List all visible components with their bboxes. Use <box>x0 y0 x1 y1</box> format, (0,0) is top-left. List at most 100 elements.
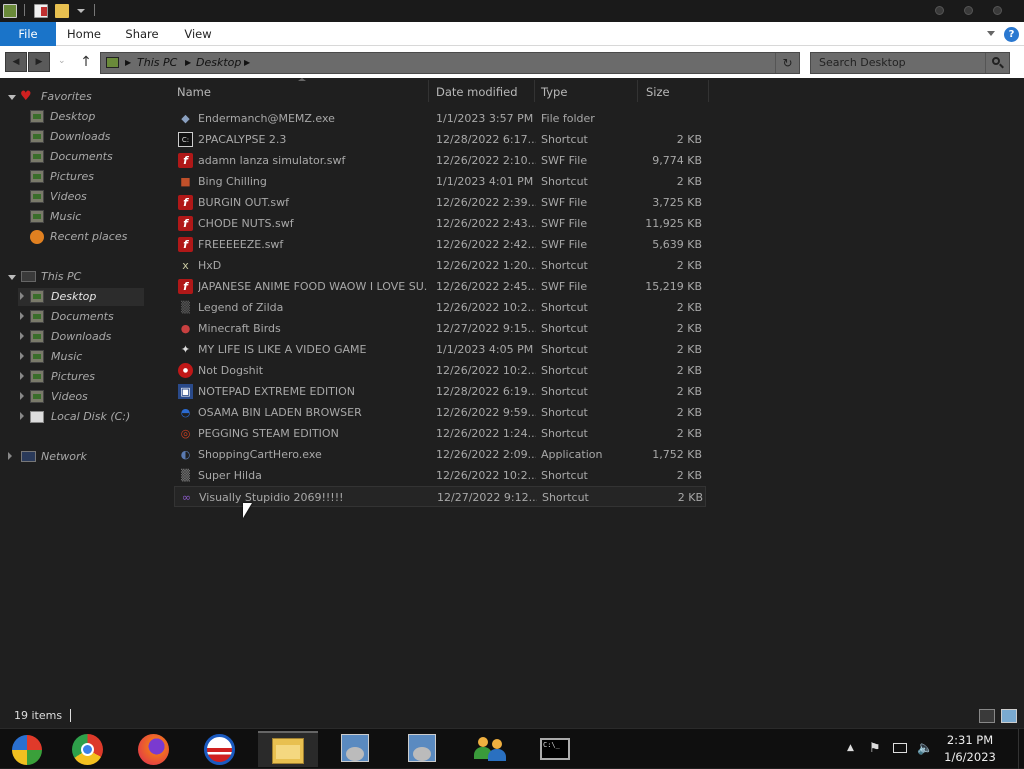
nav-fav-recent[interactable]: Recent places <box>30 228 160 246</box>
details-view-icon[interactable] <box>979 709 995 723</box>
help-button[interactable]: ? <box>1004 27 1019 42</box>
column-divider[interactable] <box>708 80 709 102</box>
table-row[interactable]: ◐ ShoppingCartHero.exe 12/26/2022 2:09... A… <box>174 444 706 465</box>
large-icons-view-icon[interactable] <box>1001 709 1017 723</box>
show-desktop-button[interactable] <box>1018 729 1024 769</box>
desktop-folder-icon <box>30 110 44 123</box>
item-count: 19 items <box>14 709 63 722</box>
table-row[interactable]: f JAPANESE ANIME FOOD WAOW I LOVE SU... 12… <box>174 276 706 297</box>
address-bar[interactable]: ▶ This PC ▶ Desktop ▶ ↻ <box>100 52 800 74</box>
back-button[interactable]: ◀ <box>5 52 27 72</box>
nav-fav-desktop[interactable]: Desktop <box>30 108 160 126</box>
breadcrumb-desktop[interactable]: Desktop <box>196 53 241 73</box>
refresh-button[interactable]: ↻ <box>775 53 799 73</box>
column-divider[interactable] <box>637 80 638 102</box>
table-row[interactable]: ▒ Legend of Zilda 12/26/2022 10:2... Shortc… <box>174 297 706 318</box>
taskbar-installer[interactable] <box>392 731 452 767</box>
taskbar-installer[interactable] <box>325 731 385 767</box>
taskbar-obama-browser[interactable] <box>190 731 250 767</box>
table-row[interactable]: ● Minecraft Birds 12/27/2022 9:15... Shortc… <box>174 318 706 339</box>
table-row[interactable]: f adamn lanza simulator.swf 12/26/2022 2:1… <box>174 150 706 171</box>
column-header-size[interactable]: Size <box>646 82 706 102</box>
volume-icon[interactable]: 🔈 <box>917 741 933 756</box>
search-input[interactable]: Search Desktop <box>810 52 1010 74</box>
column-header-type[interactable]: Type <box>541 82 631 102</box>
minimize-button[interactable] <box>935 6 944 15</box>
column-header-date[interactable]: Date modified <box>436 82 536 102</box>
table-row[interactable]: ◎ PEGGING STEAM EDITION 12/26/2022 1:24...… <box>174 423 706 444</box>
nav-network[interactable]: Network <box>8 448 158 466</box>
table-row[interactable]: ● Not Dogshit 12/26/2022 10:2... Shortcut 2 … <box>174 360 706 381</box>
nav-this-pc[interactable]: This PC <box>8 268 158 286</box>
expander-icon[interactable] <box>8 95 16 100</box>
nav-fav-videos[interactable]: Videos <box>30 188 160 206</box>
expander-icon[interactable] <box>20 312 24 320</box>
table-row[interactable]: f FREEEEEZE.swf 12/26/2022 2:42... SWF File… <box>174 234 706 255</box>
new-folder-icon[interactable] <box>55 4 69 18</box>
explorer-app-icon[interactable] <box>3 4 17 18</box>
nav-pc-pictures[interactable]: Pictures <box>18 368 158 386</box>
up-button[interactable]: ↑ <box>78 53 94 71</box>
start-button[interactable] <box>0 731 60 767</box>
nav-fav-downloads[interactable]: Downloads <box>30 128 160 146</box>
nav-pc-downloads[interactable]: Downloads <box>18 328 158 346</box>
recent-locations-icon[interactable]: ⌄ <box>58 56 66 66</box>
tab-view[interactable]: View <box>176 22 220 46</box>
column-divider[interactable] <box>428 80 429 102</box>
breadcrumb-this-pc[interactable]: This PC <box>137 53 177 73</box>
nav-pc-documents[interactable]: Documents <box>18 308 158 326</box>
table-row[interactable]: ◓ OSAMA BIN LADEN BROWSER 12/26/2022 9:59.… <box>174 402 706 423</box>
tab-share[interactable]: Share <box>118 22 166 46</box>
taskbar-command-prompt[interactable]: C:\_ <box>526 731 586 767</box>
tab-file[interactable]: File <box>0 22 56 46</box>
expander-icon[interactable] <box>20 352 24 360</box>
table-row[interactable]: ✦ MY LIFE IS LIKE A VIDEO GAME 1/1/2023 4:… <box>174 339 706 360</box>
table-row[interactable]: f BURGIN OUT.swf 12/26/2022 2:39... SWF Fil… <box>174 192 706 213</box>
nav-fav-music[interactable]: Music <box>30 208 160 226</box>
nav-pc-local-disk[interactable]: Local Disk (C:) <box>18 408 158 426</box>
nav-fav-pictures[interactable]: Pictures <box>30 168 160 186</box>
nav-pc-desktop[interactable]: Desktop <box>18 288 144 306</box>
expander-icon[interactable] <box>20 332 24 340</box>
maximize-button[interactable] <box>964 6 973 15</box>
expander-icon[interactable] <box>20 292 24 300</box>
forward-button[interactable]: ▶ <box>28 52 50 72</box>
file-name: Bing Chilling <box>198 175 267 188</box>
qat-dropdown-icon[interactable] <box>77 9 85 13</box>
expander-icon[interactable] <box>20 412 24 420</box>
expander-icon[interactable] <box>20 392 24 400</box>
this-pc-icon <box>106 57 119 68</box>
tab-home[interactable]: Home <box>60 22 108 46</box>
table-row[interactable]: ▒ Super Hilda 12/26/2022 10:2... Shortcut 2 … <box>174 465 706 486</box>
taskbar-firefox[interactable] <box>124 731 184 767</box>
nav-label: Music <box>50 210 82 223</box>
nav-favorites[interactable]: ♥ Favorites <box>8 88 158 106</box>
nav-pc-videos[interactable]: Videos <box>18 388 158 406</box>
nav-pc-music[interactable]: Music <box>18 348 158 366</box>
file-size: 2 KB <box>676 364 702 377</box>
ribbon-expand-icon[interactable] <box>987 31 995 36</box>
table-row[interactable]: ■ Bing Chilling 1/1/2023 4:01 PM Shortcut 2 … <box>174 171 706 192</box>
taskbar-chrome[interactable] <box>58 731 118 767</box>
taskbar-file-explorer[interactable] <box>258 731 318 767</box>
show-hidden-icons[interactable]: ▲ <box>847 743 854 753</box>
column-divider[interactable] <box>534 80 535 102</box>
properties-icon[interactable] <box>34 4 48 18</box>
expander-icon[interactable] <box>8 452 12 460</box>
search-icon[interactable] <box>985 53 1009 73</box>
table-row[interactable]: f CHODE NUTS.swf 12/26/2022 2:43... SWF Fil… <box>174 213 706 234</box>
expander-icon[interactable] <box>8 275 16 280</box>
clock[interactable]: 2:31 PM 1/6/2023 <box>940 732 1000 766</box>
expander-icon[interactable] <box>20 372 24 380</box>
table-row[interactable]: ◆ Endermanch@MEMZ.exe 1/1/2023 3:57 PM File… <box>174 108 706 129</box>
file-size: 11,925 KB <box>645 217 702 230</box>
table-row[interactable]: ∞ Visually Stupidio 2069!!!!! 12/27/2022 9… <box>174 486 706 507</box>
taskbar-network-users[interactable] <box>460 731 520 767</box>
nav-fav-documents[interactable]: Documents <box>30 148 160 166</box>
table-row[interactable]: C: 2PACALYPSE 2.3 12/28/2022 6:17... Shortc… <box>174 129 706 150</box>
close-button[interactable] <box>993 6 1002 15</box>
table-row[interactable]: x HxD 12/26/2022 1:20... Shortcut 2 KB <box>174 255 706 276</box>
column-header-name[interactable]: Name <box>177 82 417 102</box>
action-center-flag-icon[interactable]: ⚑ <box>869 741 881 756</box>
table-row[interactable]: ▣ NOTEPAD EXTREME EDITION 12/28/2022 6:19.… <box>174 381 706 402</box>
